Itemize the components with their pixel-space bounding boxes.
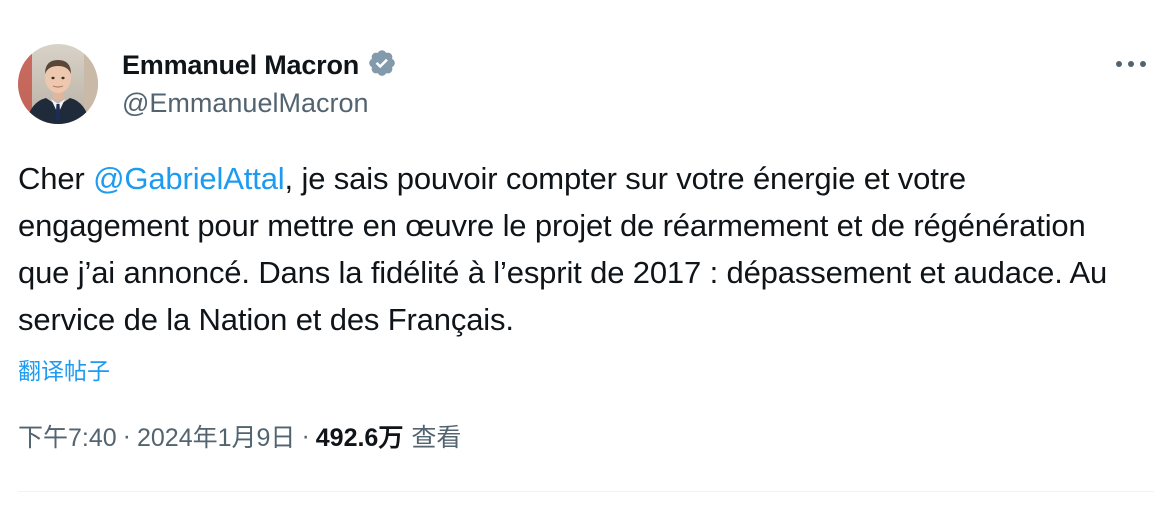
tweet-text-prefix: Cher <box>18 161 94 196</box>
more-horizontal-icon <box>1116 61 1146 67</box>
avatar-image <box>18 44 98 124</box>
separator-dot: · <box>301 421 310 450</box>
separator-dot: · <box>122 421 131 450</box>
views-count: 492.6万 <box>315 424 404 452</box>
author-handle[interactable]: @EmmanuelMacron <box>122 88 369 119</box>
tweet-text: Cher @GabrielAttal, je sais pouvoir comp… <box>18 155 1138 343</box>
verified-badge-icon[interactable] <box>367 48 397 83</box>
translate-post-link[interactable]: 翻译帖子 <box>18 352 110 386</box>
tweet-time[interactable]: 下午7:40 <box>18 418 117 454</box>
divider <box>18 491 1154 492</box>
tweet-metadata: 下午7:40 · 2024年1月9日 · 492.6万 查看 <box>18 418 461 454</box>
more-options-button[interactable] <box>1108 46 1154 82</box>
mention-link[interactable]: @GabrielAttal <box>93 161 285 196</box>
tweet-date[interactable]: 2024年1月9日 <box>137 418 295 454</box>
views-label: 查看 <box>411 424 462 452</box>
avatar[interactable] <box>18 44 98 124</box>
author-name[interactable]: Emmanuel Macron <box>122 50 359 81</box>
author-display-name[interactable]: Emmanuel Macron <box>122 46 397 84</box>
